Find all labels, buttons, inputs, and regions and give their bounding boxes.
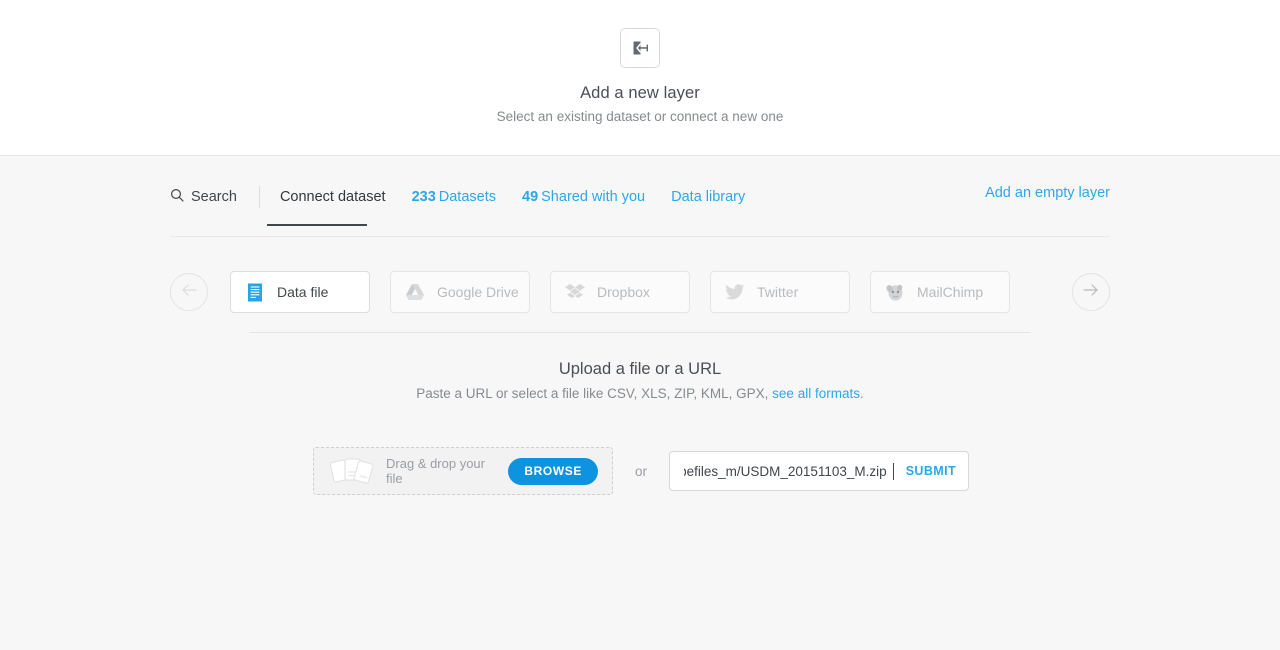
overlay-body: Search Connect dataset 233Datasets 49Sha… xyxy=(0,156,1280,650)
submit-button[interactable]: SUBMIT xyxy=(898,464,956,478)
dropbox-icon xyxy=(565,282,585,302)
provider-tile-data-file[interactable]: Data file xyxy=(230,271,370,313)
upload-subtitle: Paste a URL or select a file like CSV, X… xyxy=(0,386,1280,401)
provider-tile-list: Data file Google Drive xyxy=(230,271,1050,313)
provider-tile-twitter-label: Twitter xyxy=(757,284,798,300)
overlay-header: Add a new layer Select an existing datas… xyxy=(0,0,1280,156)
upload-subtitle-prefix: Paste a URL or select a file like CSV, X… xyxy=(416,386,772,401)
text-cursor xyxy=(893,463,894,480)
dropzone-label: Drag & drop your file xyxy=(386,456,498,486)
nav-divider xyxy=(259,186,260,208)
upload-controls-row: Drag & drop your file BROWSE or SUBMIT xyxy=(313,447,969,495)
page-subtitle: Select an existing dataset or connect a … xyxy=(0,109,1280,124)
provider-tile-dropbox-label: Dropbox xyxy=(597,284,650,300)
provider-tile-google-drive-label: Google Drive xyxy=(437,284,519,300)
tab-connect-dataset-label: Connect dataset xyxy=(280,189,386,205)
mailchimp-icon xyxy=(885,282,905,302)
provider-tile-google-drive[interactable]: Google Drive xyxy=(390,271,530,313)
tab-shared-with-you[interactable]: 49Shared with you xyxy=(522,189,645,205)
tab-datasets[interactable]: 233Datasets xyxy=(412,189,496,205)
arrow-left-icon xyxy=(180,283,198,302)
see-all-formats-link[interactable]: see all formats xyxy=(772,386,860,401)
google-drive-icon xyxy=(405,282,425,302)
or-label: or xyxy=(635,464,647,479)
tab-shared-label: Shared with you xyxy=(541,189,645,205)
upload-subtitle-suffix: . xyxy=(860,386,864,401)
file-stack-icon xyxy=(328,454,376,488)
add-empty-layer-link[interactable]: Add an empty layer xyxy=(985,185,1110,201)
nav-left-group: Search Connect dataset 233Datasets 49Sha… xyxy=(170,184,745,210)
tab-data-library[interactable]: Data library xyxy=(671,189,745,205)
url-input-group[interactable]: SUBMIT xyxy=(669,451,969,491)
tab-datasets-count: 233 xyxy=(412,189,436,205)
provider-tile-twitter[interactable]: Twitter xyxy=(710,271,850,313)
twitter-icon xyxy=(725,282,745,302)
upload-title: Upload a file or a URL xyxy=(0,360,1280,379)
nav-separator xyxy=(170,236,1110,237)
arrow-right-icon xyxy=(1082,283,1100,302)
provider-carousel: Data file Google Drive xyxy=(170,264,1110,320)
search-icon xyxy=(170,188,184,206)
provider-tile-mailchimp[interactable]: MailChimp xyxy=(870,271,1010,313)
import-layer-icon xyxy=(620,28,660,68)
tab-datasets-label: Datasets xyxy=(439,189,496,205)
browse-button[interactable]: BROWSE xyxy=(508,458,598,485)
carousel-prev-button[interactable] xyxy=(170,273,208,311)
file-dropzone[interactable]: Drag & drop your file BROWSE xyxy=(313,447,613,495)
tab-data-library-label: Data library xyxy=(671,189,745,205)
add-layer-overlay: Add layer reference view of ne_50m_admin… xyxy=(0,0,1280,650)
tab-shared-count: 49 xyxy=(522,189,538,205)
page-title: Add a new layer xyxy=(0,84,1280,103)
provider-tile-data-file-label: Data file xyxy=(277,284,328,300)
url-input[interactable] xyxy=(682,463,889,480)
dataset-nav: Search Connect dataset 233Datasets 49Sha… xyxy=(170,184,1110,226)
search-button[interactable]: Search xyxy=(170,188,237,206)
upload-heading-block: Upload a file or a URL Paste a URL or se… xyxy=(0,360,1280,401)
carousel-next-button[interactable] xyxy=(1072,273,1110,311)
search-label: Search xyxy=(191,189,237,205)
provider-tile-mailchimp-label: MailChimp xyxy=(917,284,983,300)
upload-section-separator xyxy=(250,332,1030,333)
active-tab-indicator xyxy=(267,224,367,226)
provider-tile-dropbox[interactable]: Dropbox xyxy=(550,271,690,313)
nav-tab-list: Connect dataset 233Datasets 49Shared wit… xyxy=(280,189,745,205)
tab-connect-dataset[interactable]: Connect dataset xyxy=(280,189,386,205)
document-icon xyxy=(245,282,265,302)
